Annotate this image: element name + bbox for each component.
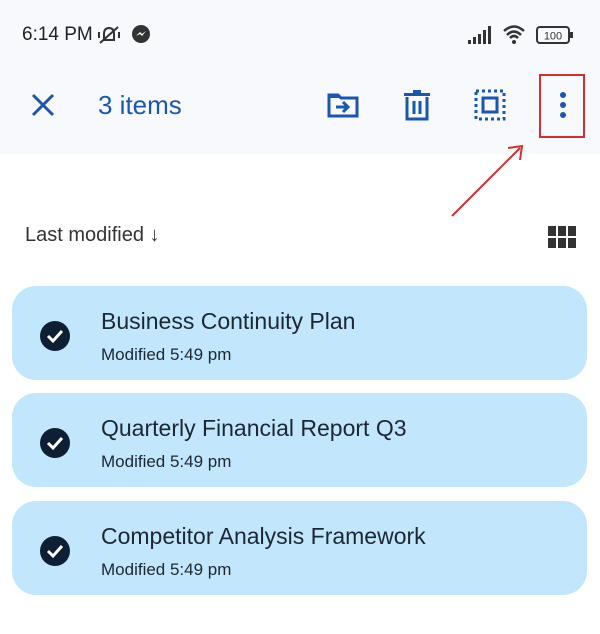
file-modified: Modified 5:49 pm (101, 452, 232, 471)
sort-label: Last modified (25, 224, 144, 246)
select-all-icon (474, 89, 506, 121)
file-modified: Modified 5:49 pm (101, 560, 232, 579)
grid-view-button[interactable] (548, 226, 578, 250)
status-time: 6:14 PM (22, 24, 93, 45)
messenger-icon (131, 24, 151, 44)
selected-check-icon[interactable] (39, 320, 71, 352)
delete-button[interactable] (400, 88, 434, 122)
grid-view-icon (548, 226, 576, 248)
vibrate-mute-icon (96, 24, 122, 46)
select-all-button[interactable] (473, 88, 507, 122)
file-name: Competitor Analysis Framework (101, 523, 426, 549)
battery-icon: 100 (536, 26, 574, 44)
close-icon (31, 93, 55, 117)
sort-button[interactable]: Last modified ↓ (25, 224, 160, 247)
file-name: Quarterly Financial Report Q3 (101, 415, 407, 441)
file-item[interactable]: Quarterly Financial Report Q3 Modified 5… (12, 393, 587, 487)
status-bar: 6:14 PM 100 (0, 0, 600, 70)
file-name: Business Continuity Plan (101, 308, 356, 334)
trash-icon (404, 90, 430, 121)
signal-icon (468, 26, 494, 44)
move-button[interactable] (326, 88, 360, 122)
sort-direction-icon: ↓ (149, 224, 160, 246)
file-modified: Modified 5:49 pm (101, 345, 232, 364)
selected-check-icon[interactable] (39, 427, 71, 459)
selection-count: 3 items (98, 90, 182, 120)
file-item[interactable]: Business Continuity Plan Modified 5:49 p… (12, 286, 587, 380)
annotation-highlight-box (539, 74, 585, 138)
battery-level: 100 (544, 31, 562, 43)
wifi-icon (502, 24, 526, 44)
file-item[interactable]: Competitor Analysis Framework Modified 5… (12, 501, 587, 595)
selected-check-icon[interactable] (39, 535, 71, 567)
annotation-arrow (451, 144, 524, 217)
move-to-folder-icon (327, 93, 359, 118)
close-selection-button[interactable] (28, 90, 58, 120)
